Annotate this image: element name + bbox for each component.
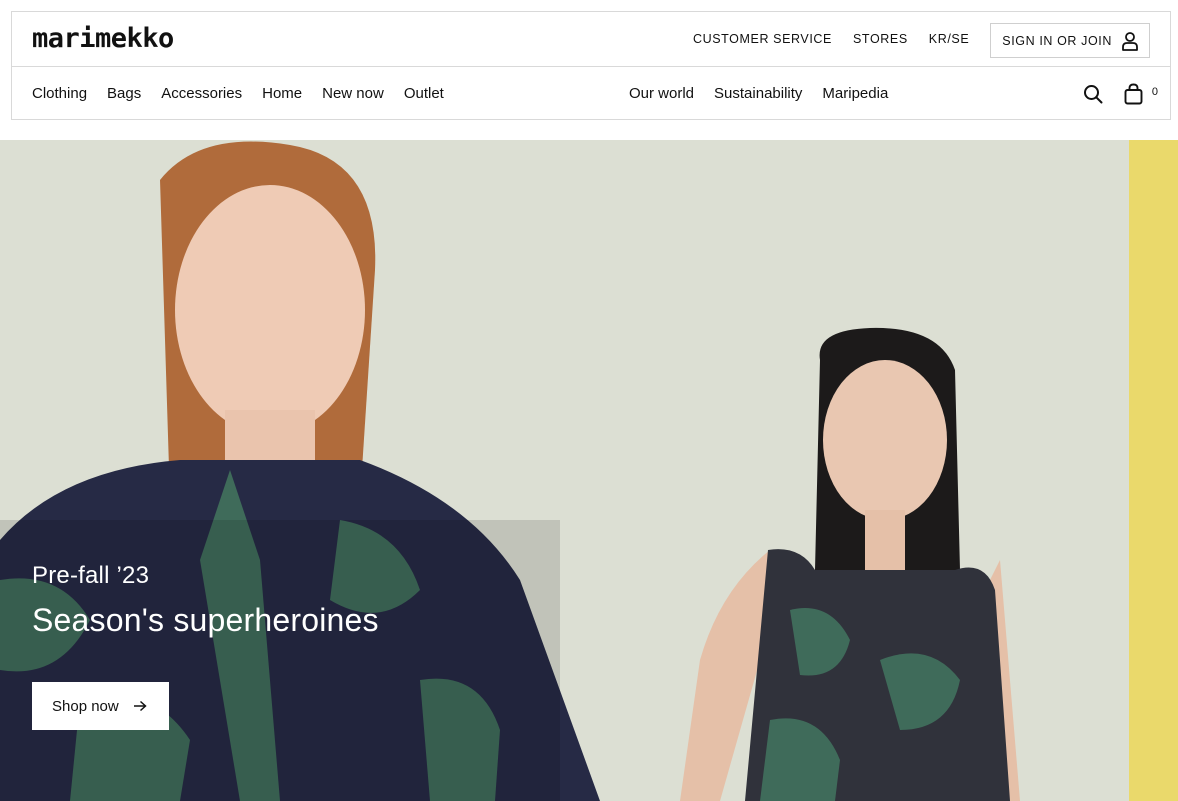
hero-eyebrow: Pre-fall ’23 [32,562,150,589]
hero-banner[interactable]: Pre-fall ’23 Season's superheroines Shop… [0,140,1178,801]
nav-item-clothing[interactable]: Clothing [32,85,87,102]
nav-item-home[interactable]: Home [262,85,302,102]
sign-in-button[interactable]: SIGN IN OR JOIN [990,23,1150,58]
hero-image [0,140,1178,801]
header-actions: 0 [1083,67,1158,120]
header-top-bar: marimekko CUSTOMER SERVICE STORES KR/SE … [12,12,1170,67]
nav-item-accessories[interactable]: Accessories [161,85,242,102]
hero-text-block: Pre-fall ’23 Season's superheroines [32,562,379,639]
cart-count: 0 [1151,85,1158,98]
user-icon [1121,31,1139,51]
locale-selector[interactable]: KR/SE [929,32,970,46]
nav-item-our-world[interactable]: Our world [629,85,694,102]
shopping-bag-icon [1124,83,1143,105]
shop-now-label: Shop now [52,697,119,715]
nav-item-bags[interactable]: Bags [107,85,141,102]
primary-nav: Clothing Bags Accessories Home New now O… [32,67,464,120]
utility-links: CUSTOMER SERVICE STORES KR/SE SIGN IN OR… [672,12,1150,67]
customer-service-link[interactable]: CUSTOMER SERVICE [693,32,832,46]
hero-title: Season's superheroines [32,602,379,638]
sign-in-label: SIGN IN OR JOIN [1002,33,1112,48]
secondary-nav: Our world Sustainability Maripedia [629,67,908,120]
arrow-right-icon [133,700,147,712]
site-header: marimekko CUSTOMER SERVICE STORES KR/SE … [11,11,1171,120]
brand-logo[interactable]: marimekko [32,23,174,54]
nav-item-maripedia[interactable]: Maripedia [822,85,888,102]
stores-link[interactable]: STORES [853,32,908,46]
shop-now-button[interactable]: Shop now [32,682,169,730]
nav-item-sustainability[interactable]: Sustainability [714,85,802,102]
search-icon[interactable] [1083,84,1103,104]
nav-item-outlet[interactable]: Outlet [404,85,444,102]
cart-button[interactable]: 0 [1124,83,1158,105]
nav-item-new-now[interactable]: New now [322,85,384,102]
main-navigation: Clothing Bags Accessories Home New now O… [12,67,1170,120]
